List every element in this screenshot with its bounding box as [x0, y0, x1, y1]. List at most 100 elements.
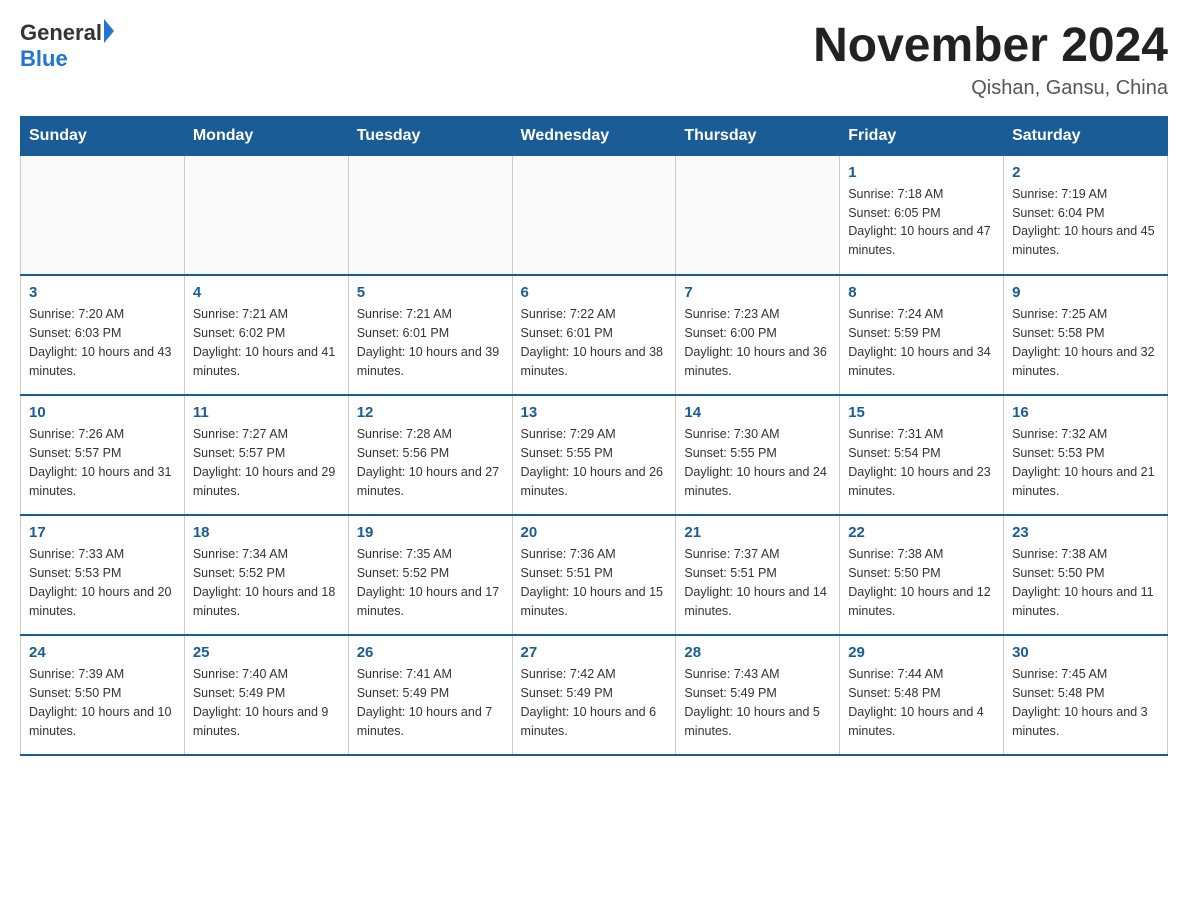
- calendar-week-row: 1 Sunrise: 7:18 AMSunset: 6:05 PMDaylight…: [21, 155, 1168, 275]
- day-info: Sunrise: 7:38 AMSunset: 5:50 PMDaylight:…: [1012, 545, 1159, 620]
- calendar-cell: 23 Sunrise: 7:38 AMSunset: 5:50 PMDayligh…: [1004, 515, 1168, 635]
- day-number: 30: [1012, 644, 1159, 661]
- day-number: 6: [521, 284, 668, 301]
- day-info: Sunrise: 7:27 AMSunset: 5:57 PMDaylight:…: [193, 425, 340, 500]
- calendar-cell: 19 Sunrise: 7:35 AMSunset: 5:52 PMDayligh…: [348, 515, 512, 635]
- day-number: 18: [193, 524, 340, 541]
- day-number: 10: [29, 404, 176, 421]
- day-info: Sunrise: 7:20 AMSunset: 6:03 PMDaylight:…: [29, 305, 176, 380]
- day-number: 20: [521, 524, 668, 541]
- weekday-header-tuesday: Tuesday: [348, 116, 512, 155]
- calendar-cell: 28 Sunrise: 7:43 AMSunset: 5:49 PMDayligh…: [676, 635, 840, 755]
- day-info: Sunrise: 7:40 AMSunset: 5:49 PMDaylight:…: [193, 665, 340, 740]
- day-info: Sunrise: 7:24 AMSunset: 5:59 PMDaylight:…: [848, 305, 995, 380]
- logo-blue-text: Blue: [20, 46, 68, 71]
- weekday-header-sunday: Sunday: [21, 116, 185, 155]
- day-info: Sunrise: 7:42 AMSunset: 5:49 PMDaylight:…: [521, 665, 668, 740]
- day-number: 28: [684, 644, 831, 661]
- calendar-cell: 12 Sunrise: 7:28 AMSunset: 5:56 PMDayligh…: [348, 395, 512, 515]
- calendar-cell: 3 Sunrise: 7:20 AMSunset: 6:03 PMDaylight…: [21, 275, 185, 395]
- day-info: Sunrise: 7:19 AMSunset: 6:04 PMDaylight:…: [1012, 185, 1159, 260]
- weekday-header-thursday: Thursday: [676, 116, 840, 155]
- day-info: Sunrise: 7:36 AMSunset: 5:51 PMDaylight:…: [521, 545, 668, 620]
- calendar-cell: 4 Sunrise: 7:21 AMSunset: 6:02 PMDaylight…: [184, 275, 348, 395]
- day-info: Sunrise: 7:33 AMSunset: 5:53 PMDaylight:…: [29, 545, 176, 620]
- day-number: 23: [1012, 524, 1159, 541]
- day-number: 15: [848, 404, 995, 421]
- calendar-cell: 26 Sunrise: 7:41 AMSunset: 5:49 PMDayligh…: [348, 635, 512, 755]
- weekday-header-friday: Friday: [840, 116, 1004, 155]
- day-info: Sunrise: 7:44 AMSunset: 5:48 PMDaylight:…: [848, 665, 995, 740]
- day-number: 7: [684, 284, 831, 301]
- weekday-header-wednesday: Wednesday: [512, 116, 676, 155]
- day-number: 14: [684, 404, 831, 421]
- day-number: 21: [684, 524, 831, 541]
- day-number: 5: [357, 284, 504, 301]
- calendar-week-row: 24 Sunrise: 7:39 AMSunset: 5:50 PMDayligh…: [21, 635, 1168, 755]
- calendar-cell: 10Sunrise: 7:26 AMSunset: 5:57 PMDayligh…: [21, 395, 185, 515]
- calendar-title: November 2024: [813, 20, 1168, 73]
- day-info: Sunrise: 7:18 AMSunset: 6:05 PMDaylight:…: [848, 185, 995, 260]
- day-info: Sunrise: 7:31 AMSunset: 5:54 PMDaylight:…: [848, 425, 995, 500]
- day-info: Sunrise: 7:43 AMSunset: 5:49 PMDaylight:…: [684, 665, 831, 740]
- day-info: Sunrise: 7:22 AMSunset: 6:01 PMDaylight:…: [521, 305, 668, 380]
- day-number: 16: [1012, 404, 1159, 421]
- day-info: Sunrise: 7:28 AMSunset: 5:56 PMDaylight:…: [357, 425, 504, 500]
- day-number: 11: [193, 404, 340, 421]
- day-number: 24: [29, 644, 176, 661]
- day-number: 17: [29, 524, 176, 541]
- day-number: 4: [193, 284, 340, 301]
- calendar-cell: 18 Sunrise: 7:34 AMSunset: 5:52 PMDayligh…: [184, 515, 348, 635]
- day-info: Sunrise: 7:25 AMSunset: 5:58 PMDaylight:…: [1012, 305, 1159, 380]
- day-number: 1: [848, 164, 995, 181]
- calendar-table: SundayMondayTuesdayWednesdayThursdayFrid…: [20, 116, 1168, 757]
- page-header: General Blue November 2024 Qishan, Gansu…: [20, 20, 1168, 100]
- calendar-cell: [348, 155, 512, 275]
- weekday-header-saturday: Saturday: [1004, 116, 1168, 155]
- calendar-subtitle: Qishan, Gansu, China: [813, 77, 1168, 100]
- day-info: Sunrise: 7:39 AMSunset: 5:50 PMDaylight:…: [29, 665, 176, 740]
- day-info: Sunrise: 7:23 AMSunset: 6:00 PMDaylight:…: [684, 305, 831, 380]
- day-info: Sunrise: 7:21 AMSunset: 6:01 PMDaylight:…: [357, 305, 504, 380]
- calendar-cell: 13 Sunrise: 7:29 AMSunset: 5:55 PMDayligh…: [512, 395, 676, 515]
- day-info: Sunrise: 7:34 AMSunset: 5:52 PMDaylight:…: [193, 545, 340, 620]
- day-number: 29: [848, 644, 995, 661]
- day-number: 8: [848, 284, 995, 301]
- day-number: 12: [357, 404, 504, 421]
- logo-arrow-icon: [104, 19, 114, 43]
- calendar-week-row: 10Sunrise: 7:26 AMSunset: 5:57 PMDayligh…: [21, 395, 1168, 515]
- calendar-cell: 30 Sunrise: 7:45 AMSunset: 5:48 PMDayligh…: [1004, 635, 1168, 755]
- calendar-week-row: 17 Sunrise: 7:33 AMSunset: 5:53 PMDayligh…: [21, 515, 1168, 635]
- calendar-cell: 1 Sunrise: 7:18 AMSunset: 6:05 PMDaylight…: [840, 155, 1004, 275]
- logo-general-text: General: [20, 20, 102, 46]
- calendar-cell: 14Sunrise: 7:30 AMSunset: 5:55 PMDayligh…: [676, 395, 840, 515]
- day-info: Sunrise: 7:32 AMSunset: 5:53 PMDaylight:…: [1012, 425, 1159, 500]
- calendar-cell: 22 Sunrise: 7:38 AMSunset: 5:50 PMDayligh…: [840, 515, 1004, 635]
- day-info: Sunrise: 7:38 AMSunset: 5:50 PMDaylight:…: [848, 545, 995, 620]
- calendar-cell: 20 Sunrise: 7:36 AMSunset: 5:51 PMDayligh…: [512, 515, 676, 635]
- calendar-cell: 24 Sunrise: 7:39 AMSunset: 5:50 PMDayligh…: [21, 635, 185, 755]
- day-info: Sunrise: 7:21 AMSunset: 6:02 PMDaylight:…: [193, 305, 340, 380]
- calendar-cell: 21Sunrise: 7:37 AMSunset: 5:51 PMDayligh…: [676, 515, 840, 635]
- day-number: 19: [357, 524, 504, 541]
- calendar-cell: 9Sunrise: 7:25 AMSunset: 5:58 PMDaylight…: [1004, 275, 1168, 395]
- calendar-cell: 29 Sunrise: 7:44 AMSunset: 5:48 PMDayligh…: [840, 635, 1004, 755]
- weekday-header-monday: Monday: [184, 116, 348, 155]
- title-block: November 2024 Qishan, Gansu, China: [813, 20, 1168, 100]
- day-number: 13: [521, 404, 668, 421]
- calendar-cell: [21, 155, 185, 275]
- day-info: Sunrise: 7:45 AMSunset: 5:48 PMDaylight:…: [1012, 665, 1159, 740]
- day-info: Sunrise: 7:41 AMSunset: 5:49 PMDaylight:…: [357, 665, 504, 740]
- calendar-cell: 2Sunrise: 7:19 AMSunset: 6:04 PMDaylight…: [1004, 155, 1168, 275]
- day-info: Sunrise: 7:29 AMSunset: 5:55 PMDaylight:…: [521, 425, 668, 500]
- day-number: 26: [357, 644, 504, 661]
- calendar-cell: 16 Sunrise: 7:32 AMSunset: 5:53 PMDayligh…: [1004, 395, 1168, 515]
- day-number: 22: [848, 524, 995, 541]
- calendar-cell: 6 Sunrise: 7:22 AMSunset: 6:01 PMDaylight…: [512, 275, 676, 395]
- day-info: Sunrise: 7:35 AMSunset: 5:52 PMDaylight:…: [357, 545, 504, 620]
- logo: General Blue: [20, 20, 114, 72]
- day-number: 3: [29, 284, 176, 301]
- calendar-cell: 8 Sunrise: 7:24 AMSunset: 5:59 PMDaylight…: [840, 275, 1004, 395]
- calendar-cell: [512, 155, 676, 275]
- day-number: 27: [521, 644, 668, 661]
